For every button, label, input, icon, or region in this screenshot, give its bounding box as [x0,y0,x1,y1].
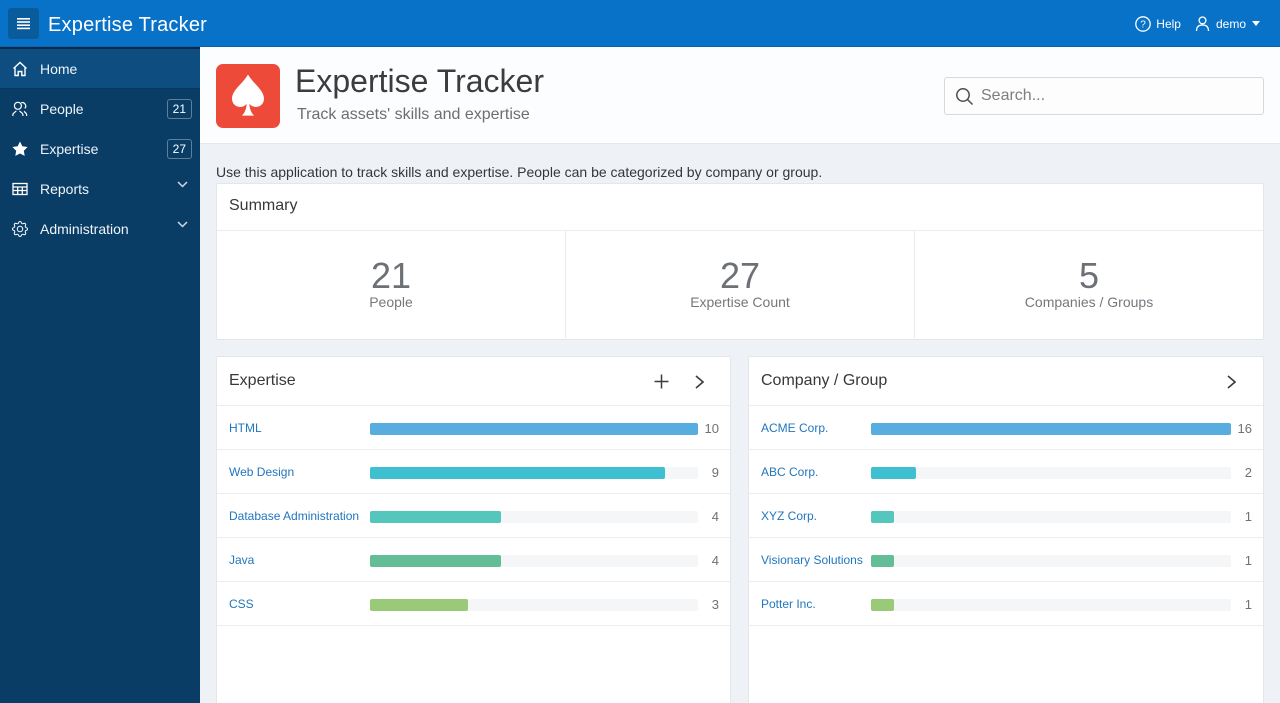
svg-text:?: ? [1141,19,1147,30]
